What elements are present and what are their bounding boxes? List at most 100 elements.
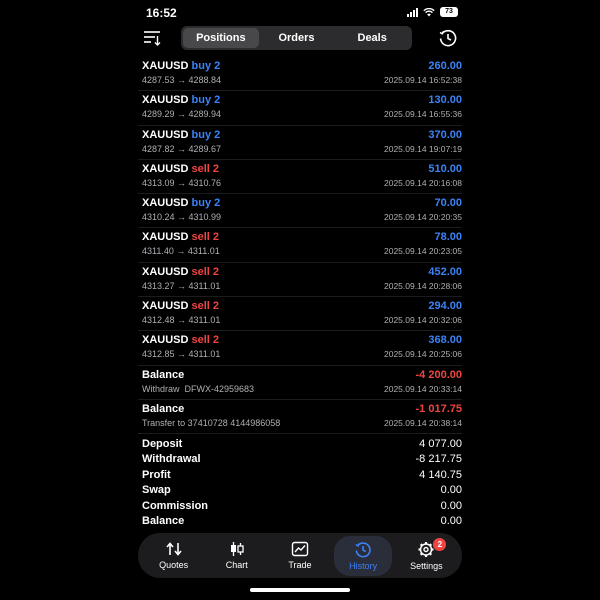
summary-label: Commission xyxy=(142,499,209,512)
deal-symbol: XAUUSD xyxy=(142,60,189,72)
deal-row[interactable]: XAUUSD buy 2 4310.24 → 4310.99 70.00 202… xyxy=(138,194,462,229)
deal-profit: 294.00 xyxy=(428,300,462,313)
deal-row[interactable]: XAUUSD sell 2 4311.40 → 4311.01 78.00 20… xyxy=(138,228,462,263)
summary-value: 0.00 xyxy=(440,499,462,512)
cellular-signal-icon xyxy=(407,7,418,17)
deal-symbol: XAUUSD xyxy=(142,265,189,278)
deal-side: sell 2 xyxy=(191,265,220,278)
deal-symbol: XAUUSD xyxy=(142,300,189,313)
deal-row[interactable]: XAUUSD buy 2 4289.29 → 4289.94 130.00 20… xyxy=(138,91,462,126)
deal-symbol: XAUUSD xyxy=(142,128,189,141)
bottom-tab-bar: Quotes Chart Trade History Settings 2 xyxy=(138,533,462,578)
tab-positions[interactable]: Positions xyxy=(183,28,259,48)
summary-value: -8 217.75 xyxy=(415,453,462,466)
summary-label: Deposit xyxy=(142,437,183,450)
deal-symbol: XAUUSD xyxy=(142,334,189,347)
deal-row[interactable]: XAUUSD buy 2 4287.53 → 4288.84 260.00 20… xyxy=(138,57,462,92)
balance-amount: -4 200.00 xyxy=(415,368,462,381)
history-summary: Deposit 4 077.00 Withdrawal -8 217.75 Pr… xyxy=(142,436,462,529)
deal-symbol: XAUUSD xyxy=(142,94,189,107)
summary-value: 4 077.00 xyxy=(419,437,462,450)
summary-commission: Commission 0.00 xyxy=(142,498,462,514)
deal-time: 2025.09.14 20:28:06 xyxy=(384,280,462,291)
deal-side: sell 2 xyxy=(191,231,220,244)
status-bar: 16:52 73 xyxy=(130,0,470,26)
tab-label: History xyxy=(349,560,378,571)
summary-value: 4 140.75 xyxy=(419,468,462,481)
clock-history-icon xyxy=(439,29,457,47)
deal-symbol: XAUUSD xyxy=(142,197,189,210)
home-indicator xyxy=(250,588,350,592)
tab-history[interactable]: History xyxy=(334,535,393,576)
deal-profit: 78.00 xyxy=(434,231,462,244)
deal-row[interactable]: XAUUSD sell 2 4312.85 → 4311.01 368.00 2… xyxy=(138,331,462,366)
deal-profit: 70.00 xyxy=(434,197,462,210)
trade-chart-icon xyxy=(291,541,309,557)
deal-row[interactable]: XAUUSD sell 2 4312.48 → 4311.01 294.00 2… xyxy=(138,297,462,332)
deal-side: sell 2 xyxy=(191,162,220,175)
tab-quotes[interactable]: Quotes xyxy=(145,536,203,576)
summary-label: Balance xyxy=(142,515,185,528)
summary-value: 0.00 xyxy=(440,515,462,528)
deal-time: 2025.09.14 19:07:19 xyxy=(384,143,462,154)
deal-side: buy 2 xyxy=(191,60,221,72)
deal-time: 2025.09.14 16:52:38 xyxy=(384,75,462,85)
deal-side: sell 2 xyxy=(191,334,220,347)
summary-label: Swap xyxy=(142,484,171,497)
deal-profit: 260.00 xyxy=(428,60,462,72)
sort-filter-icon xyxy=(144,31,161,46)
balance-row[interactable]: Balance Transfer to 37410728 4144986058 … xyxy=(138,400,462,435)
deal-side: sell 2 xyxy=(191,300,220,313)
sort-button[interactable] xyxy=(142,29,162,47)
balance-time: 2025.09.14 20:33:14 xyxy=(384,383,462,394)
deal-profit: 510.00 xyxy=(428,162,462,175)
deal-time: 2025.09.14 16:55:36 xyxy=(384,109,462,120)
tab-trade[interactable]: Trade xyxy=(271,536,329,576)
history-segmented-control: Positions Orders Deals xyxy=(181,26,412,50)
candlestick-icon xyxy=(230,542,244,556)
balance-amount: -1 017.75 xyxy=(415,402,462,415)
deal-time: 2025.09.14 20:23:05 xyxy=(384,246,462,257)
deal-side: buy 2 xyxy=(191,128,221,141)
deal-time: 2025.09.14 20:25:06 xyxy=(384,349,462,360)
history-header: Positions Orders Deals xyxy=(130,26,470,50)
summary-deposit: Deposit 4 077.00 xyxy=(142,436,462,452)
deal-profit: 130.00 xyxy=(428,94,462,107)
deal-symbol: XAUUSD xyxy=(142,162,189,175)
deal-time: 2025.09.14 20:32:06 xyxy=(384,315,462,326)
status-time: 16:52 xyxy=(146,6,177,20)
deal-row[interactable]: XAUUSD buy 2 4287.82 → 4289.67 370.00 20… xyxy=(138,126,462,160)
period-button[interactable] xyxy=(438,28,458,48)
summary-withdrawal: Withdrawal -8 217.75 xyxy=(142,452,462,468)
tab-orders[interactable]: Orders xyxy=(259,28,335,48)
tab-deals[interactable]: Deals xyxy=(334,28,410,48)
balance-title: Balance xyxy=(142,402,185,415)
summary-label: Withdrawal xyxy=(142,453,201,466)
deal-prices: 4312.48 → 4311.01 xyxy=(142,315,221,326)
deal-row[interactable]: XAUUSD sell 2 4313.09 → 4310.76 510.00 2… xyxy=(138,160,462,195)
tab-settings[interactable]: Settings 2 xyxy=(397,536,455,576)
deal-profit: 368.00 xyxy=(428,334,462,347)
deal-prices: 4313.27 → 4311.01 xyxy=(142,280,221,291)
wifi-icon xyxy=(423,7,435,16)
deal-profit: 370.00 xyxy=(428,128,462,141)
summary-balance: Balance 0.00 xyxy=(142,514,462,530)
balance-title: Balance xyxy=(142,368,185,381)
deal-time: 2025.09.14 20:16:08 xyxy=(384,177,462,188)
tab-chart[interactable]: Chart xyxy=(208,536,266,576)
quotes-arrows-icon xyxy=(165,542,182,556)
tab-label: Settings xyxy=(410,560,443,571)
tab-label: Chart xyxy=(225,560,248,570)
deal-prices: 4311.40 → 4311.01 xyxy=(142,246,220,257)
deal-prices: 4312.85 → 4311.01 xyxy=(142,349,221,360)
deal-prices: 4310.24 → 4310.99 xyxy=(142,212,222,223)
deal-side: buy 2 xyxy=(191,94,221,107)
deal-prices: 4287.82 → 4289.67 xyxy=(142,143,222,154)
tab-label: Trade xyxy=(288,560,312,570)
history-clock-icon xyxy=(355,541,371,558)
balance-comment: Transfer to 37410728 4144986058 xyxy=(142,417,281,428)
deal-row[interactable]: XAUUSD sell 2 4313.27 → 4311.01 452.00 2… xyxy=(138,263,462,298)
deal-side: buy 2 xyxy=(191,197,221,210)
balance-row[interactable]: Balance Withdraw DFWX-42959683 -4 200.00… xyxy=(138,366,462,400)
summary-profit: Profit 4 140.75 xyxy=(142,467,462,483)
